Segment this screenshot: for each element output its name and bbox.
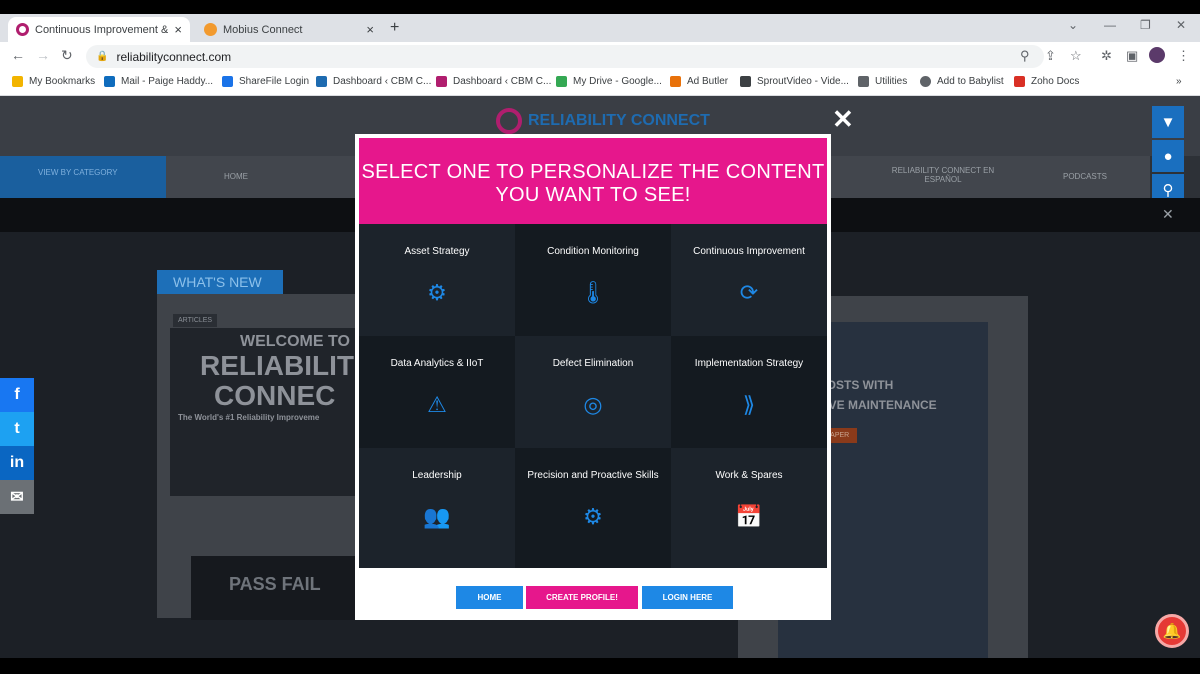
more-bookmarks-icon[interactable]: » <box>1176 76 1182 87</box>
extensions-icon[interactable]: ✲ <box>1101 48 1112 64</box>
calendar-tools-icon: 📅 <box>735 504 763 529</box>
bookmark-item[interactable]: My Drive - Google... <box>556 76 662 87</box>
category-grid: Asset Strategy ⚙ Condition Monitoring 🌡 … <box>359 224 827 568</box>
social-share-bar: f t in ✉ <box>0 378 34 514</box>
right-rail: ▼ ● ⚲ <box>1152 106 1184 208</box>
bookmark-item[interactable]: My Bookmarks <box>12 76 95 87</box>
option-data-analytics[interactable]: Data Analytics & IIoT ⚠ <box>359 336 515 448</box>
email-icon[interactable]: ✉ <box>0 480 34 514</box>
tab-strip: Continuous Improvement & Asse × Mobius C… <box>0 14 1200 42</box>
team-icon: 👥 <box>423 504 451 529</box>
close-tab-icon[interactable]: × <box>366 22 374 37</box>
target-warning-icon: ◎ <box>583 392 603 417</box>
facebook-icon[interactable]: f <box>0 378 34 412</box>
bookmark-item[interactable]: Mail - Paige Haddy... <box>104 76 213 87</box>
user-icon[interactable]: ● <box>1152 140 1184 172</box>
sidepanel-icon[interactable]: ▣ <box>1126 48 1138 64</box>
analytics-icon: ⚠ <box>427 392 447 417</box>
back-icon[interactable]: ← <box>11 47 25 63</box>
option-work-spares[interactable]: Work & Spares 📅 <box>671 448 827 568</box>
tab-active[interactable]: Continuous Improvement & Asse × <box>8 17 190 42</box>
restore-icon[interactable]: ❐ <box>1140 18 1151 32</box>
linkedin-icon[interactable]: in <box>0 446 34 480</box>
passfail-image[interactable]: PASS FAIL <box>191 556 363 620</box>
tab-favicon-icon <box>16 23 29 36</box>
url-text: reliabilityconnect.com <box>116 49 232 64</box>
option-asset-strategy[interactable]: Asset Strategy ⚙ <box>359 224 515 336</box>
option-defect-elimination[interactable]: Defect Elimination ◎ <box>515 336 671 448</box>
reload-icon[interactable]: ↻ <box>61 47 73 64</box>
filter-icon[interactable]: ▼ <box>1152 106 1184 138</box>
logo-ring-icon <box>496 108 522 134</box>
bookmark-item[interactable]: SproutVideo - Vide... <box>740 76 849 87</box>
screen: Continuous Improvement & Asse × Mobius C… <box>0 0 1200 674</box>
avatar[interactable] <box>1149 47 1165 63</box>
option-precision-skills[interactable]: Precision and Proactive Skills ⚙ <box>515 448 671 568</box>
address-bar[interactable]: 🔒 reliabilityconnect.com <box>86 45 1044 68</box>
nav-home[interactable]: HOME <box>206 172 266 181</box>
close-window-icon[interactable]: ✕ <box>1176 18 1186 32</box>
article-tag: ARTICLES <box>173 314 218 327</box>
close-tab-icon[interactable]: × <box>174 22 182 37</box>
refresh-icon: ⟳ <box>739 280 759 305</box>
bookmark-item[interactable]: Dashboard ‹ CBM C... <box>316 76 431 87</box>
thermometer-icon: 🌡 <box>579 280 607 305</box>
forward-icon[interactable]: → <box>36 47 50 63</box>
bookmark-item[interactable]: Add to Babylist <box>920 76 1004 87</box>
star-icon[interactable]: ☆ <box>1070 48 1082 64</box>
tab-mobius[interactable]: Mobius Connect × <box>196 17 382 42</box>
bookmark-item[interactable]: Dashboard ‹ CBM C... <box>436 76 551 87</box>
precision-icon: ⚙ <box>583 504 603 529</box>
login-button[interactable]: LOGIN HERE <box>642 586 733 609</box>
notification-bell-icon[interactable]: 🔔 <box>1155 614 1189 648</box>
modal-heading: SELECT ONE TO PERSONALIZE THE CONTENT YO… <box>359 138 827 228</box>
new-tab-icon[interactable]: + <box>390 19 399 37</box>
minimize-icon[interactable]: — <box>1104 18 1116 32</box>
personalize-modal: SELECT ONE TO PERSONALIZE THE CONTENT YO… <box>355 134 831 620</box>
browser-chrome: Continuous Improvement & Asse × Mobius C… <box>0 14 1200 96</box>
article-image[interactable]: ARTICLES WELCOME TO RELIABILIT CONNEC Th… <box>170 314 370 496</box>
option-condition-monitoring[interactable]: Condition Monitoring 🌡 <box>515 224 671 336</box>
bookmarks-bar: My Bookmarks Mail - Paige Haddy... Share… <box>0 70 1200 96</box>
close-banner-icon[interactable]: ✕ <box>1162 206 1174 223</box>
twitter-icon[interactable]: t <box>0 412 34 446</box>
bookmark-item[interactable]: ShareFile Login <box>222 76 309 87</box>
implementation-icon: ⟫ <box>742 392 756 417</box>
lock-icon: 🔒 <box>96 51 109 62</box>
option-leadership[interactable]: Leadership 👥 <box>359 448 515 568</box>
bookmark-item[interactable]: Zoho Docs <box>1014 76 1079 87</box>
nav-espanol[interactable]: RELIABILITY CONNECT EN ESPAÑOL <box>878 166 1008 184</box>
home-button[interactable]: HOME <box>456 586 523 609</box>
tab-title: Mobius Connect <box>223 23 303 36</box>
share-icon[interactable]: ⇪ <box>1045 48 1056 64</box>
create-profile-button[interactable]: CREATE PROFILE! <box>526 586 638 609</box>
bookmark-item[interactable]: Utilities <box>858 76 907 87</box>
view-by-category-button[interactable]: VIEW BY CATEGORY <box>0 156 166 198</box>
tab-search-icon[interactable]: ⌄ <box>1068 18 1078 32</box>
site-logo[interactable]: RELIABILITY CONNECT <box>496 108 710 134</box>
toolbar: ← → ↻ 🔒 reliabilityconnect.com ⚲ ⇪ ☆ ✲ ▣… <box>0 42 1200 70</box>
option-implementation-strategy[interactable]: Implementation Strategy ⟫ <box>671 336 827 448</box>
option-continuous-improvement[interactable]: Continuous Improvement ⟳ <box>671 224 827 336</box>
nav-podcasts[interactable]: PODCASTS <box>1050 172 1120 181</box>
menu-icon[interactable]: ⋮ <box>1177 48 1190 64</box>
tab-favicon-icon <box>204 23 217 36</box>
zoom-icon[interactable]: ⚲ <box>1020 48 1030 64</box>
whats-new-label: WHAT'S NEW <box>157 270 283 294</box>
close-modal-icon[interactable]: ✕ <box>832 104 854 135</box>
tab-title: Continuous Improvement & Asse <box>35 23 169 36</box>
bookmark-item[interactable]: Ad Butler <box>670 76 728 87</box>
asset-strategy-icon: ⚙ <box>427 280 447 305</box>
